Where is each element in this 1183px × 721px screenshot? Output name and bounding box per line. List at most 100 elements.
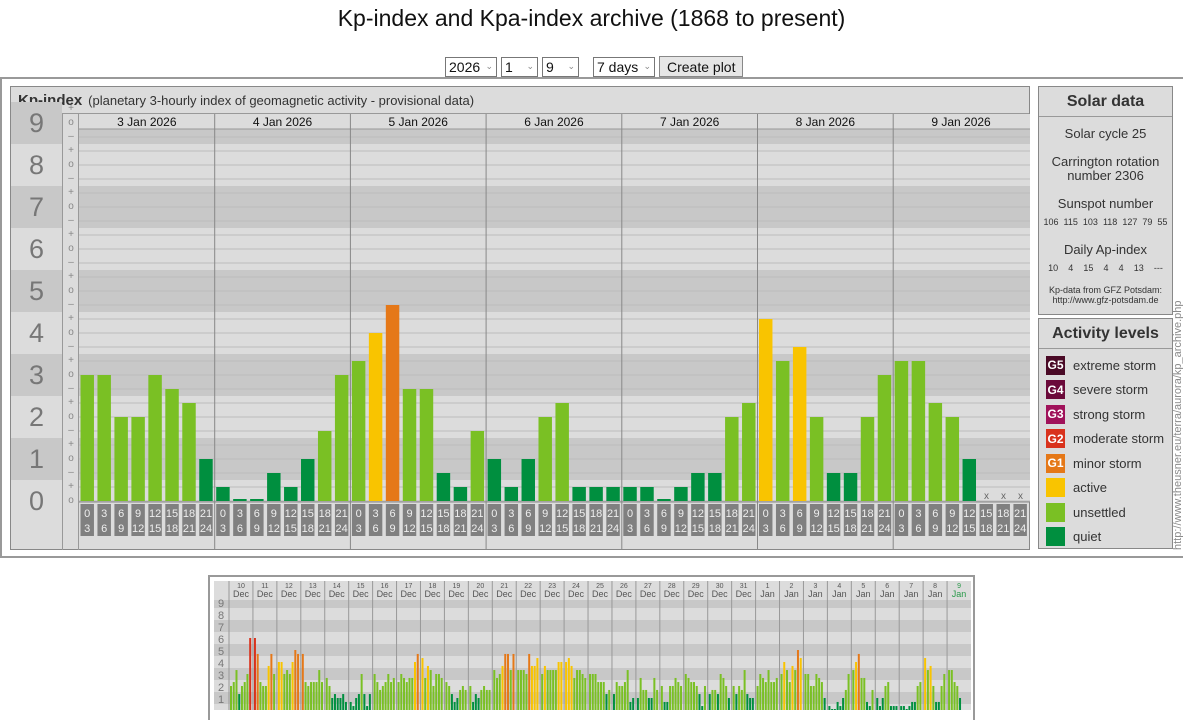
- mini-kp-bar: [403, 677, 406, 710]
- mini-kp-bar: [940, 686, 943, 710]
- mini-kp-bar: [836, 701, 839, 710]
- mini-kp-bar: [591, 674, 594, 710]
- mini-kp-bar: [632, 698, 635, 710]
- mini-day-month: Jan: [856, 589, 871, 599]
- missing-marker: x: [1018, 491, 1023, 502]
- mini-kp-bar: [698, 694, 701, 710]
- mini-kp-bar: [780, 674, 783, 710]
- kp-minor-label: –: [68, 341, 74, 352]
- slot-end: 9: [389, 523, 395, 535]
- mini-kp-bar: [773, 682, 776, 710]
- kp-minor-label: o: [68, 411, 74, 422]
- kp-axis-label-5: 5: [11, 270, 62, 312]
- mini-kp-bar: [307, 686, 310, 710]
- mini-kp-bar: [387, 674, 390, 710]
- mini-kp-bar: [847, 674, 850, 710]
- slot-start: 3: [780, 508, 786, 520]
- mini-kp-bar: [573, 677, 576, 710]
- kp-bar: [267, 473, 281, 501]
- slot-end: 18: [437, 523, 449, 535]
- source-link[interactable]: http://www.gfz-potsdam.de: [1039, 295, 1172, 305]
- sunspot-value: 79: [1142, 217, 1153, 227]
- slot-end: 24: [878, 523, 890, 535]
- mini-kp-bar: [576, 670, 579, 710]
- slot-end: 24: [1014, 523, 1026, 535]
- mini-kp-bar: [770, 682, 773, 710]
- kp-bar: [368, 333, 383, 501]
- kp-bar: [792, 347, 807, 501]
- mini-kp-bar: [879, 706, 881, 710]
- mini-day-month: Dec: [257, 589, 274, 599]
- mini-kp-bar: [560, 662, 563, 710]
- level-label: unsettled: [1073, 504, 1126, 520]
- mini-kp-bar: [743, 670, 746, 710]
- kp-bar: [385, 305, 400, 501]
- create-plot-button[interactable]: Create plot: [659, 56, 744, 77]
- slot-end: 9: [932, 523, 938, 535]
- kp-minor-label: –: [68, 299, 74, 310]
- level-swatch: G2: [1046, 429, 1065, 449]
- mini-kp-bar: [820, 682, 823, 710]
- mini-band-5: [214, 644, 971, 656]
- mini-kp-bar: [794, 670, 797, 710]
- kp-bar: [843, 473, 858, 501]
- mini-kp-bar: [570, 665, 573, 710]
- kp-minor-label: +: [68, 355, 74, 366]
- mini-kp-bar: [687, 677, 690, 710]
- mini-kp-bar: [235, 670, 238, 710]
- mini-kp-bar: [400, 674, 403, 710]
- day-select[interactable]: 9 ⌄: [542, 56, 579, 77]
- kp-minor-label: o: [68, 243, 74, 254]
- slot-end: 15: [692, 523, 704, 535]
- slot-start: 12: [149, 508, 161, 520]
- mini-kp-bar: [684, 674, 687, 710]
- mini-kp-bar: [344, 701, 347, 710]
- mini-day-month: Dec: [520, 589, 537, 599]
- mini-kp-bar: [525, 674, 528, 710]
- mini-kp-bar: [839, 706, 842, 710]
- slot-end: 24: [471, 523, 483, 535]
- solar-cycle: Solar cycle 25: [1064, 126, 1147, 141]
- mini-kp-bar: [432, 686, 435, 710]
- mini-kp-bar: [440, 677, 443, 710]
- mini-y-tick: 1: [218, 694, 224, 706]
- month-select[interactable]: 1 ⌄: [501, 56, 538, 77]
- mini-day-month: Dec: [377, 589, 394, 599]
- slot-start: 0: [356, 508, 362, 520]
- mini-y-tick: 7: [218, 622, 224, 634]
- mini-kp-bar: [536, 658, 539, 710]
- slot-start: 3: [915, 508, 921, 520]
- slot-start: 18: [726, 508, 738, 520]
- mini-kp-bar: [549, 670, 552, 710]
- slot-start: 21: [743, 508, 755, 520]
- mini-kp-bar: [249, 638, 252, 710]
- mini-kp-bar: [716, 694, 719, 710]
- slot-start: 9: [678, 508, 684, 520]
- slot-end: 21: [726, 523, 738, 535]
- mini-kp-bar: [267, 665, 270, 710]
- mini-kp-bar: [759, 674, 762, 710]
- mini-kp-bar: [414, 662, 416, 710]
- month-value: 1: [505, 58, 513, 75]
- level-label: strong storm: [1073, 406, 1146, 422]
- ap-value: 13: [1133, 263, 1144, 273]
- slot-start: 21: [200, 508, 212, 520]
- mini-kp-bar: [459, 689, 462, 710]
- slot-start: 9: [406, 508, 412, 520]
- mini-kp-bar: [578, 670, 581, 710]
- activity-level-severe-storm: G4 severe storm: [1039, 378, 1172, 403]
- level-label: active: [1073, 480, 1107, 496]
- mini-kp-bar: [373, 674, 376, 710]
- mini-kp-bar: [791, 665, 794, 710]
- year-select[interactable]: 2026 ⌄: [445, 56, 497, 77]
- mini-kp-bar: [932, 686, 935, 710]
- slot-start: 0: [763, 508, 769, 520]
- level-label: moderate storm: [1073, 431, 1165, 447]
- slot-start: 0: [220, 508, 226, 520]
- mini-day-month: Dec: [544, 589, 561, 599]
- kp-minor-label: o: [68, 159, 74, 170]
- level-swatch: G4: [1046, 380, 1065, 400]
- mini-day-month: Dec: [616, 589, 633, 599]
- slot-start: 0: [84, 508, 90, 520]
- period-select[interactable]: 7 days ⌄: [593, 56, 655, 77]
